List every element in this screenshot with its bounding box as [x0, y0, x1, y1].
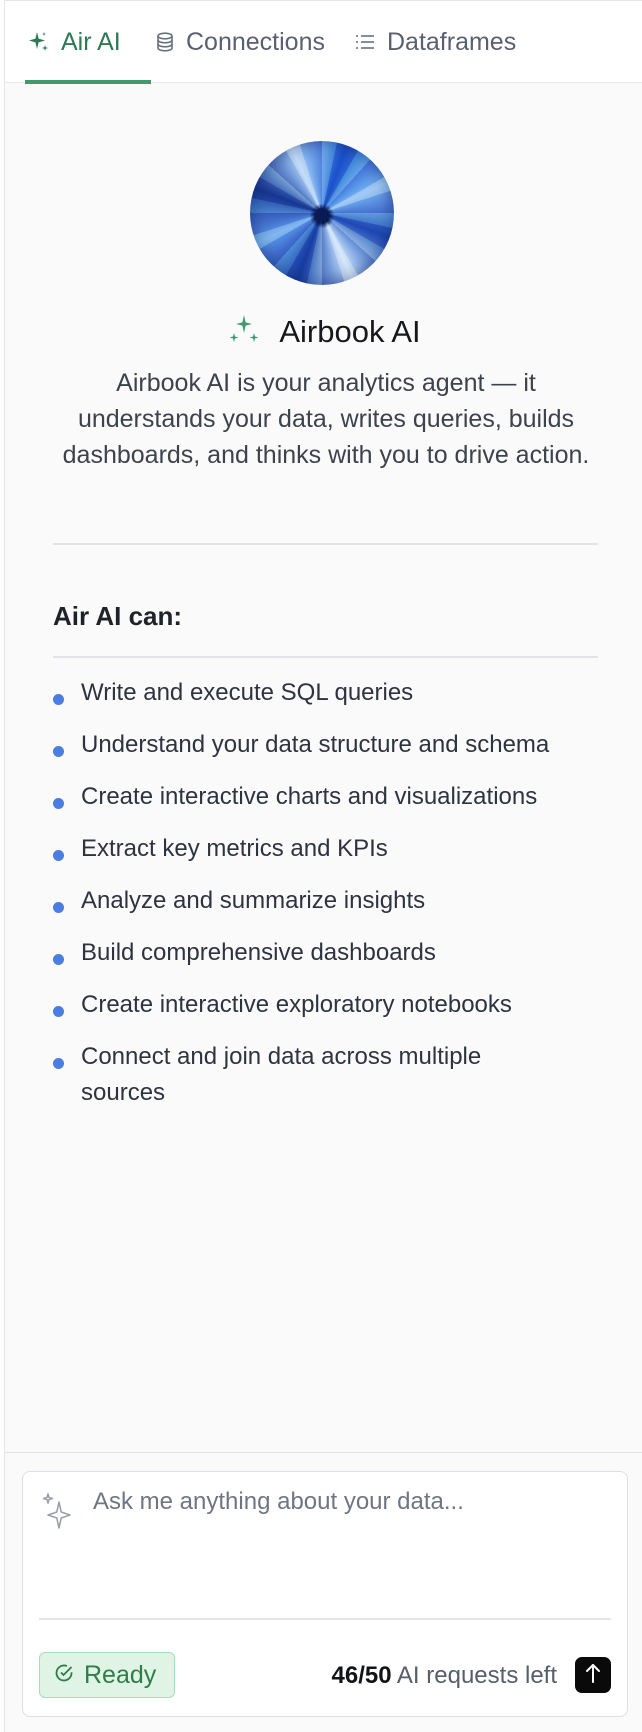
tab-connections[interactable]: Connections	[156, 1, 325, 83]
bullet-icon	[53, 850, 64, 861]
ai-panel: Air AI Connections Dataframes Airbook AI…	[4, 0, 642, 1732]
ai-avatar	[250, 141, 394, 285]
database-icon	[156, 32, 174, 52]
chat-composer: Ready 46/50 AI requests left	[22, 1471, 628, 1717]
bullet-icon	[53, 1058, 64, 1069]
sparkle-icon	[29, 31, 49, 53]
bullet-icon	[53, 902, 64, 913]
bullet-icon	[53, 798, 64, 809]
divider	[5, 1452, 642, 1453]
tab-label: Dataframes	[387, 27, 517, 56]
check-circle-icon	[54, 1661, 74, 1690]
tab-dataframes[interactable]: Dataframes	[355, 1, 516, 83]
tab-label: Air AI	[61, 27, 121, 56]
list-item: Connect and join data across multiple so…	[53, 1039, 613, 1111]
list-item: Build comprehensive dashboards	[53, 935, 613, 971]
status-badge: Ready	[39, 1652, 175, 1698]
list-item: Create interactive charts and visualizat…	[53, 779, 613, 815]
list-icon	[355, 33, 375, 51]
divider	[39, 1618, 611, 1620]
sparkle-icon	[41, 1492, 73, 1535]
requests-counter: 46/50 AI requests left	[332, 1662, 557, 1690]
divider	[53, 543, 598, 545]
list-item: Create interactive exploratory notebooks	[53, 987, 613, 1023]
capabilities-list: Write and execute SQL queries Understand…	[53, 675, 613, 1127]
requests-suffix: AI requests left	[396, 1662, 557, 1689]
tab-bar: Air AI Connections Dataframes	[5, 1, 642, 84]
requests-used: 46/50	[331, 1662, 392, 1689]
tab-label: Connections	[186, 27, 325, 56]
capabilities-heading: Air AI can:	[53, 601, 183, 631]
bullet-icon	[53, 746, 64, 757]
hero-title: Airbook AI	[279, 314, 421, 349]
hero-title-row: Airbook AI	[5, 307, 642, 357]
list-item: Extract key metrics and KPIs	[53, 831, 613, 867]
bullet-icon	[53, 694, 64, 705]
bullet-icon	[53, 1006, 64, 1017]
divider	[53, 656, 598, 658]
bullet-icon	[53, 954, 64, 965]
sparkles-icon	[227, 314, 261, 351]
list-item: Understand your data structure and schem…	[53, 727, 613, 763]
tab-air-ai[interactable]: Air AI	[25, 1, 151, 84]
list-item: Write and execute SQL queries	[53, 675, 613, 711]
arrow-up-icon	[584, 1662, 602, 1689]
status-label: Ready	[84, 1660, 157, 1689]
list-item: Analyze and summarize insights	[53, 883, 613, 919]
send-button[interactable]	[575, 1657, 611, 1693]
chat-input[interactable]	[93, 1488, 603, 1618]
hero-description: Airbook AI is your analytics agent — it …	[62, 369, 590, 469]
